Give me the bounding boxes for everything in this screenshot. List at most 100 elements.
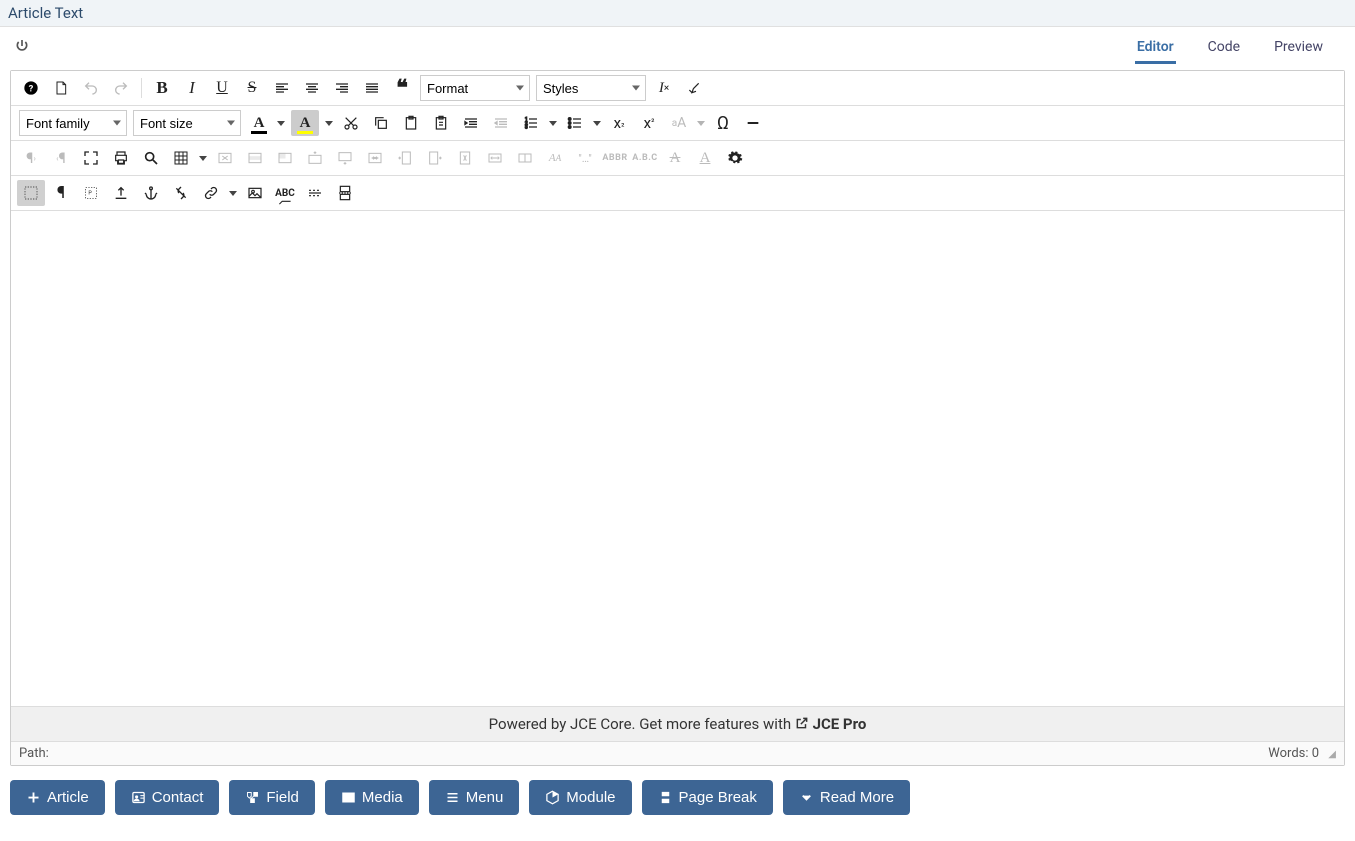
- help-button[interactable]: ?: [17, 75, 45, 101]
- ordered-list-button[interactable]: 123: [517, 110, 545, 136]
- text-color-dropdown[interactable]: [275, 121, 287, 126]
- table-button[interactable]: [167, 145, 195, 171]
- indent-button[interactable]: [457, 110, 485, 136]
- ordered-list-dropdown[interactable]: [547, 121, 559, 126]
- delete-table-button[interactable]: [211, 145, 239, 171]
- field-button[interactable]: Field: [229, 780, 315, 815]
- tab-code[interactable]: Code: [1206, 33, 1242, 64]
- acronym-button[interactable]: A.B.C: [631, 145, 659, 171]
- text-color-button[interactable]: A: [245, 110, 273, 136]
- separator: [141, 78, 142, 98]
- link-dropdown[interactable]: [227, 191, 239, 196]
- font-size-select[interactable]: Font size: [133, 110, 241, 136]
- article-button[interactable]: Article: [10, 780, 105, 815]
- background-color-button[interactable]: A: [291, 110, 319, 136]
- merge-cells-button[interactable]: [481, 145, 509, 171]
- contact-button[interactable]: Contact: [115, 780, 220, 815]
- insert-col-before-button[interactable]: [391, 145, 419, 171]
- paste-text-button[interactable]: [427, 110, 455, 136]
- split-cells-button[interactable]: [511, 145, 539, 171]
- tab-preview[interactable]: Preview: [1272, 33, 1325, 64]
- abbr-button[interactable]: ABBR: [601, 145, 629, 171]
- styles-select[interactable]: Styles: [536, 75, 646, 101]
- module-button[interactable]: Module: [529, 780, 631, 815]
- fullscreen-button[interactable]: [77, 145, 105, 171]
- quote-button[interactable]: "…": [571, 145, 599, 171]
- bold-button[interactable]: B: [148, 75, 176, 101]
- case-button[interactable]: aA: [665, 110, 693, 136]
- cite-button[interactable]: AA: [541, 145, 569, 171]
- menu-button[interactable]: Menu: [429, 780, 520, 815]
- read-more-button[interactable]: Read More: [783, 780, 910, 815]
- superscript-button[interactable]: x²: [635, 110, 663, 136]
- align-center-button[interactable]: [298, 75, 326, 101]
- editor-container: ? B I U S ❝ Format Styles I× Font family…: [10, 70, 1345, 766]
- unordered-list-button[interactable]: [561, 110, 589, 136]
- special-char-button[interactable]: Ω: [709, 110, 737, 136]
- del-button[interactable]: A: [661, 145, 689, 171]
- show-blocks-button[interactable]: [17, 180, 45, 206]
- delete-row-button[interactable]: [361, 145, 389, 171]
- pro-label: JCE Pro: [813, 715, 867, 733]
- unordered-list-dropdown[interactable]: [591, 121, 603, 126]
- ins-button[interactable]: A: [691, 145, 719, 171]
- paste-button[interactable]: [397, 110, 425, 136]
- align-justify-button[interactable]: [358, 75, 386, 101]
- toolbar-row-1: ? B I U S ❝ Format Styles I×: [11, 71, 1344, 106]
- unlink-button[interactable]: [167, 180, 195, 206]
- print-button[interactable]: [107, 145, 135, 171]
- image-button[interactable]: [241, 180, 269, 206]
- blockquote-button[interactable]: ❝: [388, 75, 416, 101]
- resize-grip-icon[interactable]: ◢: [1328, 749, 1336, 760]
- italic-button[interactable]: I: [178, 75, 206, 101]
- editor-content-area[interactable]: [11, 211, 1344, 706]
- svg-text:?: ?: [29, 83, 34, 94]
- subscript-button[interactable]: x₂: [605, 110, 633, 136]
- page-break-button[interactable]: Page Break: [642, 780, 773, 815]
- anchor-button[interactable]: [137, 180, 165, 206]
- path-label: Path:: [19, 746, 49, 761]
- spellcheck-button[interactable]: ABC: [271, 180, 299, 206]
- link-button[interactable]: [197, 180, 225, 206]
- font-family-select[interactable]: Font family: [19, 110, 127, 136]
- outdent-button[interactable]: [487, 110, 515, 136]
- editor-tabs: Editor Code Preview: [1135, 33, 1345, 64]
- ltr-button[interactable]: ¶›: [17, 145, 45, 171]
- bg-color-dropdown[interactable]: [323, 121, 335, 126]
- underline-button[interactable]: U: [208, 75, 236, 101]
- new-document-button[interactable]: [47, 75, 75, 101]
- paragraph-button[interactable]: ¶: [47, 180, 75, 206]
- case-dropdown[interactable]: [695, 121, 707, 126]
- power-toggle-button[interactable]: [10, 34, 34, 63]
- readmore-button[interactable]: [301, 180, 329, 206]
- horizontal-rule-button[interactable]: [739, 110, 767, 136]
- align-right-button[interactable]: [328, 75, 356, 101]
- tab-editor[interactable]: Editor: [1135, 33, 1176, 64]
- visual-blocks-button[interactable]: P: [77, 180, 105, 206]
- table-dropdown[interactable]: [197, 156, 209, 161]
- settings-button[interactable]: [721, 145, 749, 171]
- insert-col-after-button[interactable]: [421, 145, 449, 171]
- toolbar-row-4: ¶ P ABC: [11, 176, 1344, 211]
- jce-pro-link[interactable]: JCE Pro: [795, 715, 867, 733]
- delete-col-button[interactable]: [451, 145, 479, 171]
- align-left-button[interactable]: [268, 75, 296, 101]
- search-button[interactable]: [137, 145, 165, 171]
- status-bar: Path: Words: 0 ◢: [11, 741, 1344, 765]
- format-select[interactable]: Format: [420, 75, 530, 101]
- clear-formatting-button[interactable]: I×: [650, 75, 678, 101]
- table-row-props-button[interactable]: [241, 145, 269, 171]
- table-cell-props-button[interactable]: [271, 145, 299, 171]
- insert-row-after-button[interactable]: [331, 145, 359, 171]
- copy-button[interactable]: [367, 110, 395, 136]
- undo-button[interactable]: [77, 75, 105, 101]
- media-button[interactable]: Media: [325, 780, 419, 815]
- redo-button[interactable]: [107, 75, 135, 101]
- upload-button[interactable]: [107, 180, 135, 206]
- cut-button[interactable]: [337, 110, 365, 136]
- pagebreak-button[interactable]: [331, 180, 359, 206]
- rtl-button[interactable]: ‹¶: [47, 145, 75, 171]
- strikethrough-button[interactable]: S: [238, 75, 266, 101]
- brush-cleanup-button[interactable]: [680, 75, 708, 101]
- insert-row-before-button[interactable]: [301, 145, 329, 171]
